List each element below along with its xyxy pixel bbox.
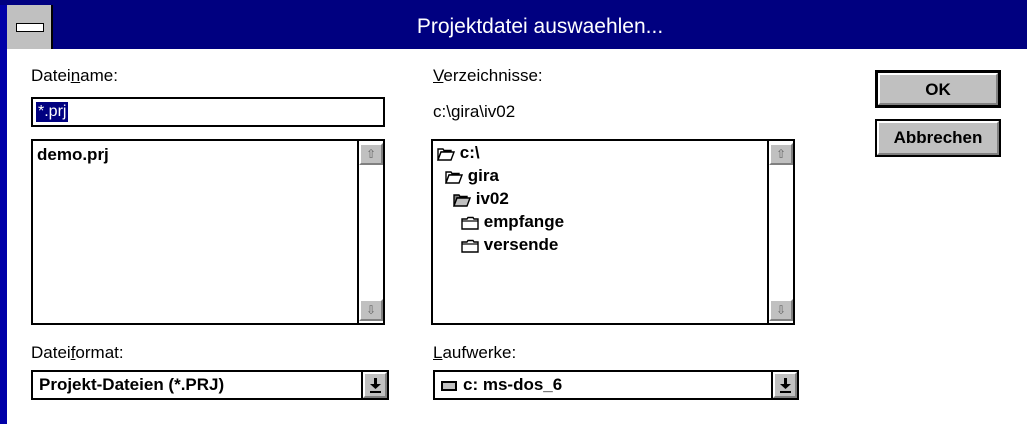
filename-label: Dateiname: [31,66,118,86]
scroll-up-icon[interactable]: ⇧ [359,143,383,165]
scroll-down-icon[interactable]: ⇩ [359,299,383,321]
dropdown-button[interactable] [361,372,387,398]
cancel-button-label: Abbrechen [877,121,999,155]
directories-label-accel: V [433,66,444,85]
filename-label-accel: n [70,66,81,85]
list-item[interactable]: demo.prj [37,145,109,165]
title-bar[interactable]: Projektdatei auswaehlen... [7,5,1027,49]
file-format-label-part: ormat: [75,343,124,362]
folder-icon [461,216,479,230]
drives-label: Laufwerke: [433,343,516,363]
folder-icon [461,239,479,253]
drives-label-part: aufwerke: [442,343,517,362]
file-format-value: Projekt-Dateien (*.PRJ) [39,375,225,394]
directory-item-label: gira [467,166,499,185]
drive-icon [441,380,457,391]
current-directory-path: c:\gira\iv02 [433,102,516,121]
directory-item-selected[interactable]: iv02 [453,189,509,209]
directory-item-label: iv02 [475,189,509,208]
directory-item-label: c:\ [459,143,480,162]
dropdown-button[interactable] [771,372,797,398]
file-format-label-part: Datei [31,343,71,362]
drives-value: c: ms-dos_6 [441,374,562,396]
filename-input[interactable]: *.prj [31,97,385,127]
dialog-body: Dateiname: *.prj demo.prj ⇧ ⇩ Verzeichni… [7,49,1027,424]
drives-value-text: c: ms-dos_6 [463,375,563,394]
directory-item-label: empfange [483,212,565,231]
system-menu-button[interactable] [7,5,53,49]
dropdown-button-face [363,372,387,398]
directories-label-part: erzeichnisse: [443,66,543,85]
ok-button-label: OK [878,73,998,105]
file-list-scrollbar[interactable]: ⇧ ⇩ [357,141,383,323]
ok-button[interactable]: OK [875,70,1001,108]
filename-input-value: *.prj [36,102,69,122]
directory-item[interactable]: c:\ [437,143,480,163]
window-title: Projektdatei auswaehlen... [416,15,664,38]
directory-item[interactable]: gira [445,166,499,186]
window-frame [0,0,7,424]
file-format-dropdown[interactable]: Projekt-Dateien (*.PRJ) [31,370,389,400]
dropdown-arrow-icon [370,378,381,393]
dropdown-arrow-icon [780,378,791,393]
cancel-button[interactable]: Abbrechen [875,119,1001,157]
directory-item-label: versende [483,235,559,254]
open-folder-selected-icon [453,193,471,207]
open-folder-icon [445,170,463,184]
directory-list[interactable]: c:\ gira iv02 empfange versende ⇧ ⇩ [431,139,795,325]
open-folder-icon [437,147,455,161]
filename-label-part: Datei [31,66,71,85]
scroll-up-icon[interactable]: ⇧ [769,143,793,165]
directory-item[interactable]: versende [461,235,558,255]
directories-label: Verzeichnisse: [433,66,543,86]
drives-dropdown[interactable]: c: ms-dos_6 [433,370,799,400]
directory-item[interactable]: empfange [461,212,564,232]
file-list[interactable]: demo.prj ⇧ ⇩ [31,139,385,325]
scroll-down-icon[interactable]: ⇩ [769,299,793,321]
filename-label-part: ame: [80,66,118,85]
dropdown-button-face [773,372,797,398]
file-format-label: Dateiformat: [31,343,124,363]
directory-list-scrollbar[interactable]: ⇧ ⇩ [767,141,793,323]
system-menu-icon [16,23,44,32]
